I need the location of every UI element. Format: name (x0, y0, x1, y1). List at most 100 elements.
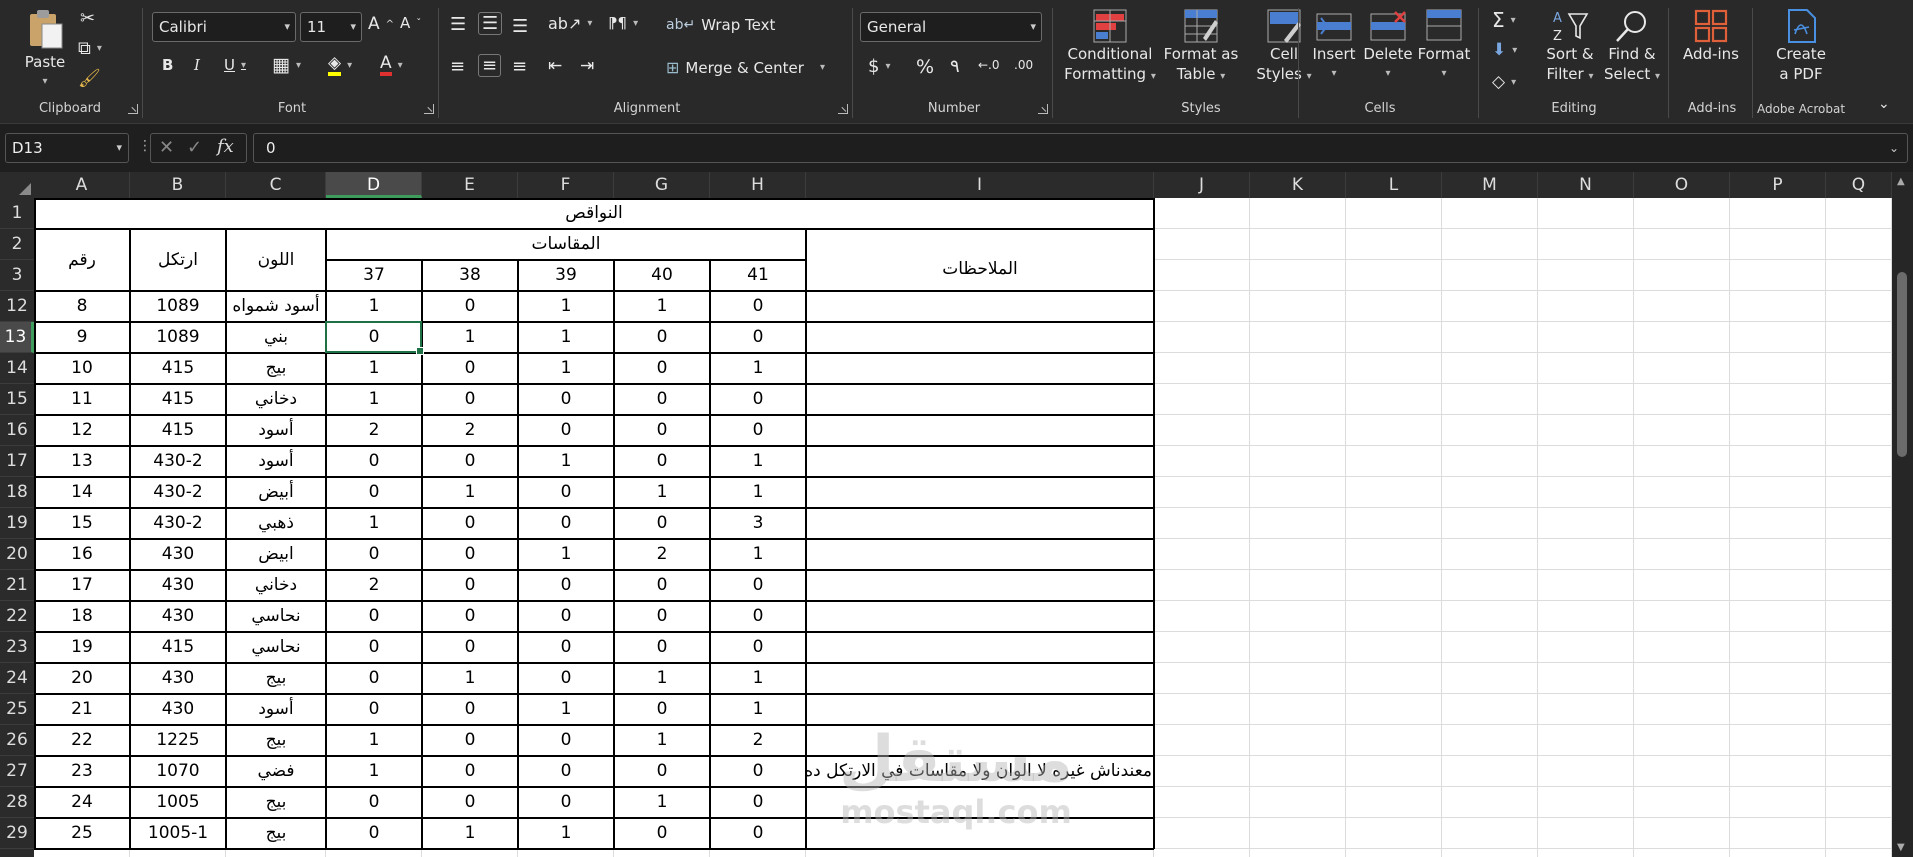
cell-number[interactable]: 18 (34, 601, 130, 632)
row-header-3[interactable]: 3 (0, 260, 34, 291)
cell-size-38[interactable]: 0 (422, 384, 518, 415)
row-header-24[interactable]: 24 (0, 663, 34, 694)
cell-size-38[interactable]: 2 (422, 415, 518, 446)
cell-number[interactable]: 21 (34, 694, 130, 725)
cell-color[interactable]: فضي (226, 756, 326, 787)
chevron-down-icon[interactable]: ▾ (347, 60, 352, 71)
cell-size-41[interactable]: 1 (710, 477, 806, 508)
ribbon-collapse-button[interactable]: ⌄ (1878, 96, 1890, 112)
cell-number[interactable]: 24 (34, 787, 130, 818)
cell-size-39[interactable]: 1 (518, 818, 614, 849)
bottom-align-button[interactable]: ☰ (512, 16, 528, 37)
cell-size-38[interactable]: 1 (422, 663, 518, 694)
text-direction-button[interactable]: ⁋¶ ▾ (608, 14, 638, 32)
cell-number[interactable]: 13 (34, 446, 130, 477)
cell-number[interactable]: 19 (34, 632, 130, 663)
cell-number[interactable]: 15 (34, 508, 130, 539)
column-header-e[interactable]: E (422, 172, 518, 198)
cell-color[interactable]: نحاسي (226, 601, 326, 632)
row-header-20[interactable]: 20 (0, 539, 34, 570)
cell-size-40[interactable]: 0 (614, 601, 710, 632)
column-header-m[interactable]: M (1442, 172, 1538, 198)
cell-notes[interactable] (806, 291, 1154, 322)
wrap-text-button[interactable]: ab↵ Wrap Text (666, 16, 775, 34)
cell-color[interactable]: ابيض (226, 539, 326, 570)
cell-color[interactable]: بيج (226, 818, 326, 849)
cell-size-41[interactable]: 0 (710, 291, 806, 322)
cell-size-39[interactable]: 1 (518, 539, 614, 570)
borders-button[interactable]: ▦ ▾ (272, 54, 301, 76)
chevron-down-icon[interactable]: ▾ (241, 60, 246, 71)
cell-size-38[interactable]: 0 (422, 632, 518, 663)
cell-size-37[interactable]: 2 (326, 415, 422, 446)
cell-size-41[interactable]: 1 (710, 694, 806, 725)
cell-notes[interactable] (806, 663, 1154, 694)
cell-size-40[interactable]: 0 (614, 508, 710, 539)
clear-button[interactable]: ◇ ▾ (1492, 72, 1516, 92)
format-painter-button[interactable]: 🖌 (78, 68, 101, 89)
chevron-down-icon[interactable]: ▾ (1511, 15, 1516, 26)
cell-size-41[interactable]: 1 (710, 353, 806, 384)
select-all-button[interactable] (0, 172, 34, 198)
cell-color[interactable]: بني (226, 322, 326, 353)
cell-size-41[interactable]: 1 (710, 446, 806, 477)
cell-size-41[interactable]: 0 (710, 570, 806, 601)
cell-color[interactable]: أسود (226, 694, 326, 725)
expand-formula-icon[interactable]: ⌄ (1889, 134, 1899, 162)
cancel-icon[interactable]: ✕ (159, 137, 174, 158)
addins-button[interactable]: Add-ins (1674, 8, 1748, 64)
cell-size-41[interactable]: 0 (710, 756, 806, 787)
cells-area[interactable]: النواقص رقم ارتكل اللون المقاسات الملاحظات 37 3… (34, 198, 1892, 857)
cell-size-38[interactable]: 0 (422, 570, 518, 601)
column-header-b[interactable]: B (130, 172, 226, 198)
scroll-thumb[interactable] (1897, 272, 1907, 457)
font-launcher-icon[interactable] (424, 104, 434, 114)
cell-notes[interactable] (806, 632, 1154, 663)
column-header-i[interactable]: I (806, 172, 1154, 198)
paste-button[interactable]: Paste ▾ (14, 6, 76, 92)
align-center-button[interactable]: ≡ (478, 54, 502, 77)
row-header-18[interactable]: 18 (0, 477, 34, 508)
cell-size-41[interactable]: 0 (710, 818, 806, 849)
cell-article[interactable]: 415 (130, 415, 226, 446)
chevron-down-icon[interactable]: ▾ (1511, 77, 1516, 88)
column-header-h[interactable]: H (710, 172, 806, 198)
cell-size-37[interactable]: 1 (326, 508, 422, 539)
cell-number[interactable]: 12 (34, 415, 130, 446)
cell-size-39[interactable]: 0 (518, 477, 614, 508)
cell-notes[interactable] (806, 477, 1154, 508)
cell-size-38[interactable]: 0 (422, 446, 518, 477)
cell-color[interactable]: أسود شمواه (226, 291, 326, 322)
cell-notes[interactable] (806, 787, 1154, 818)
bold-button[interactable]: B (162, 56, 173, 74)
chevron-down-icon[interactable]: ▾ (820, 62, 825, 73)
row-header-12[interactable]: 12 (0, 291, 34, 322)
cell-article[interactable]: 430 (130, 570, 226, 601)
shrink-font-button[interactable]: Aˇ (400, 14, 421, 32)
insert-function-icon[interactable]: fx (217, 136, 234, 157)
cell-notes[interactable] (806, 539, 1154, 570)
copy-button[interactable]: ⧉ ▾ (78, 38, 102, 59)
chevron-down-icon[interactable]: ▾ (398, 60, 403, 71)
cell-size-41[interactable]: 1 (710, 663, 806, 694)
sheet-title-cell[interactable]: النواقص (34, 198, 1154, 229)
column-header-f[interactable]: F (518, 172, 614, 198)
enter-icon[interactable]: ✓ (187, 137, 202, 158)
chevron-down-icon[interactable]: ▾ (296, 60, 301, 71)
paste-dropdown-icon[interactable]: ▾ (14, 72, 76, 92)
header-size-37-cell[interactable]: 37 (326, 260, 422, 291)
number-launcher-icon[interactable] (1038, 104, 1048, 114)
column-header-p[interactable]: P (1730, 172, 1826, 198)
header-sizes-cell[interactable]: المقاسات (326, 229, 806, 260)
cell-notes[interactable]: معندناش غيره لا الوان ولا مقاسات في الار… (804, 756, 1154, 787)
cell-size-37[interactable]: 1 (326, 384, 422, 415)
middle-align-button[interactable]: ☰ (478, 12, 503, 35)
cell-size-37[interactable]: 0 (326, 663, 422, 694)
cell-size-41[interactable]: 0 (710, 384, 806, 415)
cell-notes[interactable] (806, 570, 1154, 601)
chevron-down-icon[interactable]: ▾ (633, 18, 638, 29)
cell-size-39[interactable]: 1 (518, 291, 614, 322)
create-pdf-button[interactable]: Create a PDF (1756, 8, 1846, 84)
cell-notes[interactable] (806, 725, 1154, 756)
row-header-23[interactable]: 23 (0, 632, 34, 663)
